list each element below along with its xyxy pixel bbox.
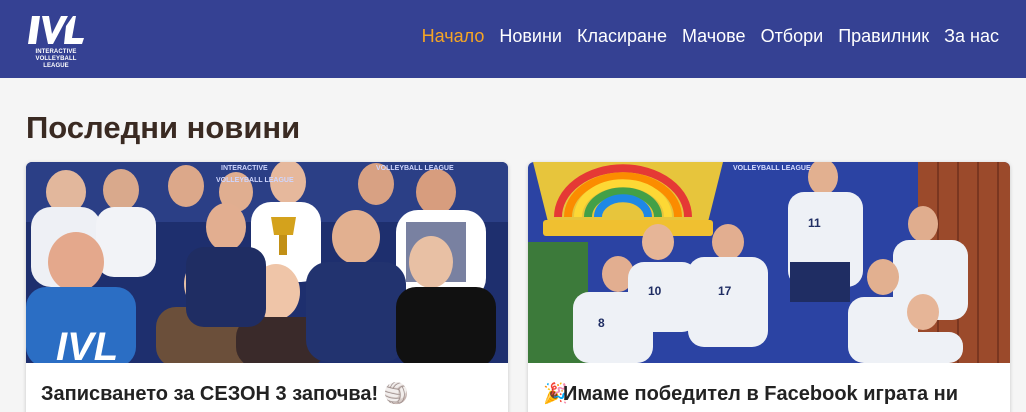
news-card-photo[interactable]: INTERACTIVE VOLLEYBALL LEAGUE VOLLEYBALL… — [26, 162, 508, 363]
volleyball-icon: 🏐 — [383, 383, 409, 405]
news-card[interactable]: INTERACTIVE VOLLEYBALL LEAGUE VOLLEYBALL… — [26, 162, 508, 412]
nav-item-about[interactable]: За нас — [944, 25, 999, 47]
nav-item-matches[interactable]: Мачове — [682, 25, 746, 47]
team-photo-image: INTERACTIVE VOLLEYBALL LEAGUE VOLLEYBALL… — [26, 162, 508, 363]
site-header: INTERACTIVE VOLLEYBALL LEAGUE Начало Нов… — [0, 0, 1026, 78]
news-card-title-text: Имаме победител в Facebook играта ни — [563, 383, 959, 405]
nav-item-home[interactable]: Начало — [422, 25, 485, 47]
svg-text:11: 11 — [808, 216, 821, 230]
svg-text:VOLLEYBALL LEAGUE: VOLLEYBALL LEAGUE — [733, 165, 811, 172]
news-card-title[interactable]: 🎉Имаме победител в Facebook играта ни — [543, 382, 958, 406]
ivl-logo-mark — [28, 16, 84, 44]
logo-line-1: INTERACTIVE — [35, 49, 77, 55]
news-card[interactable]: 11 10 17 8 VOLLEYBALL LEAGUE 🎉Имаме побе… — [528, 162, 1010, 412]
news-card-title[interactable]: Записването за СЕЗОН 3 започва! 🏐 — [41, 382, 409, 406]
nav-item-news[interactable]: Новини — [499, 25, 562, 47]
main-nav: Начало Новини Класиране Мачове Отбори Пр… — [407, 25, 999, 47]
svg-text:IVL: IVL — [56, 325, 118, 363]
svg-text:10: 10 — [648, 284, 662, 298]
party-popper-icon: 🎉 — [543, 383, 568, 405]
page-title: Последни новини — [26, 110, 301, 145]
ivl-logo[interactable]: INTERACTIVE VOLLEYBALL LEAGUE — [25, 12, 87, 69]
nav-item-teams[interactable]: Отбори — [761, 25, 824, 47]
winner-team-photo-image: 11 10 17 8 VOLLEYBALL LEAGUE — [528, 162, 1010, 363]
news-card-photo[interactable]: 11 10 17 8 VOLLEYBALL LEAGUE — [528, 162, 1010, 363]
nav-item-rules[interactable]: Правилник — [838, 25, 929, 47]
logo-line-2: VOLLEYBALL LEAGUE — [35, 56, 77, 69]
svg-text:17: 17 — [718, 284, 732, 298]
news-card-title-text: Записването за СЕЗОН 3 започва! — [41, 383, 379, 405]
svg-text:VOLLEYBALL LEAGUE: VOLLEYBALL LEAGUE — [376, 165, 454, 172]
svg-text:VOLLEYBALL LEAGUE: VOLLEYBALL LEAGUE — [216, 177, 294, 184]
nav-item-standings[interactable]: Класиране — [577, 25, 667, 47]
svg-text:INTERACTIVE: INTERACTIVE — [221, 165, 268, 172]
svg-text:8: 8 — [598, 316, 605, 330]
